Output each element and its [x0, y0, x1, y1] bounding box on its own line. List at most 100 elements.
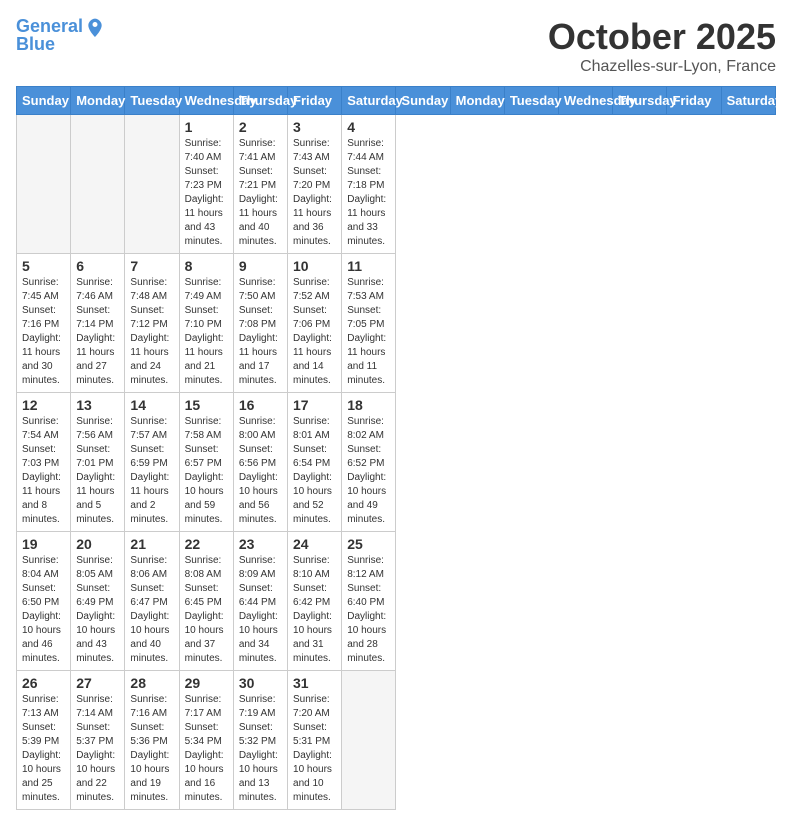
- day-number: 5: [22, 258, 65, 274]
- calendar-header-sunday: Sunday: [17, 87, 71, 115]
- day-info: Sunrise: 7:56 AM Sunset: 7:01 PM Dayligh…: [76, 415, 119, 527]
- day-number: 4: [347, 119, 390, 135]
- day-number: 7: [130, 258, 173, 274]
- day-info: Sunrise: 7:13 AM Sunset: 5:39 PM Dayligh…: [22, 693, 65, 805]
- day-number: 24: [293, 536, 336, 552]
- day-number: 12: [22, 397, 65, 413]
- day-number: 27: [76, 675, 119, 691]
- calendar-cell: 10Sunrise: 7:52 AM Sunset: 7:06 PM Dayli…: [288, 254, 342, 393]
- calendar-week-1: 1Sunrise: 7:40 AM Sunset: 7:23 PM Daylig…: [17, 115, 776, 254]
- day-info: Sunrise: 8:04 AM Sunset: 6:50 PM Dayligh…: [22, 554, 65, 666]
- day-number: 30: [239, 675, 282, 691]
- title-section: October 2025 Chazelles-sur-Lyon, France: [548, 16, 776, 76]
- calendar-cell: [71, 115, 125, 254]
- day-info: Sunrise: 8:08 AM Sunset: 6:45 PM Dayligh…: [185, 554, 228, 666]
- calendar-week-2: 5 Sunrise: 7:45 AM Sunset: 7:16 PM Daylig…: [17, 254, 776, 393]
- day-number: 9: [239, 258, 282, 274]
- logo: General Blue: [16, 16, 105, 55]
- logo-icon: [85, 17, 105, 37]
- calendar-cell: 11Sunrise: 7:53 AM Sunset: 7:05 PM Dayli…: [342, 254, 396, 393]
- calendar-header-saturday: Saturday: [721, 87, 775, 115]
- day-info: Sunrise: 7:41 AM Sunset: 7:21 PM Dayligh…: [239, 137, 282, 249]
- day-info: Sunrise: 7:20 AM Sunset: 5:31 PM Dayligh…: [293, 693, 336, 805]
- calendar-cell: 6 Sunrise: 7:46 AM Sunset: 7:14 PM Daylig…: [71, 254, 125, 393]
- calendar-header-monday: Monday: [450, 87, 504, 115]
- calendar-cell: 18 Sunrise: 8:02 AM Sunset: 6:52 PM Dayli…: [342, 393, 396, 532]
- calendar-cell: [342, 671, 396, 810]
- calendar-cell: 17 Sunrise: 8:01 AM Sunset: 6:54 PM Dayli…: [288, 393, 342, 532]
- day-info: Sunrise: 8:10 AM Sunset: 6:42 PM Dayligh…: [293, 554, 336, 666]
- calendar-cell: 22 Sunrise: 8:08 AM Sunset: 6:45 PM Dayli…: [179, 532, 233, 671]
- calendar-cell: [17, 115, 71, 254]
- day-number: 17: [293, 397, 336, 413]
- day-info: Sunrise: 8:06 AM Sunset: 6:47 PM Dayligh…: [130, 554, 173, 666]
- day-info: Sunrise: 7:19 AM Sunset: 5:32 PM Dayligh…: [239, 693, 282, 805]
- calendar-cell: 15 Sunrise: 7:58 AM Sunset: 6:57 PM Dayli…: [179, 393, 233, 532]
- calendar-cell: 26 Sunrise: 7:13 AM Sunset: 5:39 PM Dayli…: [17, 671, 71, 810]
- calendar-header-monday: Monday: [71, 87, 125, 115]
- day-info: Sunrise: 8:09 AM Sunset: 6:44 PM Dayligh…: [239, 554, 282, 666]
- calendar-table: SundayMondayTuesdayWednesdayThursdayFrid…: [16, 86, 776, 810]
- calendar-header-wednesday: Wednesday: [179, 87, 233, 115]
- day-info: Sunrise: 8:02 AM Sunset: 6:52 PM Dayligh…: [347, 415, 390, 527]
- calendar-cell: 21Sunrise: 8:06 AM Sunset: 6:47 PM Dayli…: [125, 532, 179, 671]
- day-info: Sunrise: 8:12 AM Sunset: 6:40 PM Dayligh…: [347, 554, 390, 666]
- calendar-week-5: 26 Sunrise: 7:13 AM Sunset: 5:39 PM Dayli…: [17, 671, 776, 810]
- month-title: October 2025: [548, 16, 776, 58]
- calendar-header-wednesday: Wednesday: [559, 87, 613, 115]
- calendar-cell: 13 Sunrise: 7:56 AM Sunset: 7:01 PM Dayli…: [71, 393, 125, 532]
- day-number: 11: [347, 258, 390, 274]
- calendar-cell: 12 Sunrise: 7:54 AM Sunset: 7:03 PM Dayli…: [17, 393, 71, 532]
- day-info: Sunrise: 8:05 AM Sunset: 6:49 PM Dayligh…: [76, 554, 119, 666]
- day-info: Sunrise: 7:50 AM Sunset: 7:08 PM Dayligh…: [239, 276, 282, 388]
- day-number: 8: [185, 258, 228, 274]
- day-info: Sunrise: 8:01 AM Sunset: 6:54 PM Dayligh…: [293, 415, 336, 527]
- calendar-cell: 4 Sunrise: 7:44 AM Sunset: 7:18 PM Daylig…: [342, 115, 396, 254]
- calendar-week-3: 12 Sunrise: 7:54 AM Sunset: 7:03 PM Dayli…: [17, 393, 776, 532]
- day-number: 15: [185, 397, 228, 413]
- calendar-cell: 2Sunrise: 7:41 AM Sunset: 7:21 PM Daylig…: [233, 115, 287, 254]
- day-info: Sunrise: 7:52 AM Sunset: 7:06 PM Dayligh…: [293, 276, 336, 388]
- day-info: Sunrise: 7:40 AM Sunset: 7:23 PM Dayligh…: [185, 137, 228, 249]
- calendar-cell: 30 Sunrise: 7:19 AM Sunset: 5:32 PM Dayli…: [233, 671, 287, 810]
- calendar-header-saturday: Saturday: [342, 87, 396, 115]
- calendar-cell: 19Sunrise: 8:04 AM Sunset: 6:50 PM Dayli…: [17, 532, 71, 671]
- day-info: Sunrise: 7:49 AM Sunset: 7:10 PM Dayligh…: [185, 276, 228, 388]
- day-info: Sunrise: 7:45 AM Sunset: 7:16 PM Dayligh…: [22, 276, 65, 388]
- calendar-header-friday: Friday: [667, 87, 721, 115]
- day-info: Sunrise: 7:48 AM Sunset: 7:12 PM Dayligh…: [130, 276, 173, 388]
- calendar-header-thursday: Thursday: [613, 87, 667, 115]
- page-header: General Blue October 2025 Chazelles-sur-…: [16, 16, 776, 76]
- day-number: 18: [347, 397, 390, 413]
- day-number: 22: [185, 536, 228, 552]
- calendar-cell: 28Sunrise: 7:16 AM Sunset: 5:36 PM Dayli…: [125, 671, 179, 810]
- calendar-cell: 16Sunrise: 8:00 AM Sunset: 6:56 PM Dayli…: [233, 393, 287, 532]
- day-info: Sunrise: 7:16 AM Sunset: 5:36 PM Dayligh…: [130, 693, 173, 805]
- calendar-cell: 1Sunrise: 7:40 AM Sunset: 7:23 PM Daylig…: [179, 115, 233, 254]
- calendar-header-friday: Friday: [288, 87, 342, 115]
- calendar-cell: 20 Sunrise: 8:05 AM Sunset: 6:49 PM Dayli…: [71, 532, 125, 671]
- day-number: 6: [76, 258, 119, 274]
- day-number: 20: [76, 536, 119, 552]
- calendar-cell: 31 Sunrise: 7:20 AM Sunset: 5:31 PM Dayli…: [288, 671, 342, 810]
- day-info: Sunrise: 7:44 AM Sunset: 7:18 PM Dayligh…: [347, 137, 390, 249]
- day-number: 23: [239, 536, 282, 552]
- day-info: Sunrise: 8:00 AM Sunset: 6:56 PM Dayligh…: [239, 415, 282, 527]
- day-number: 31: [293, 675, 336, 691]
- calendar-header-thursday: Thursday: [233, 87, 287, 115]
- day-number: 26: [22, 675, 65, 691]
- calendar-header-tuesday: Tuesday: [125, 87, 179, 115]
- location: Chazelles-sur-Lyon, France: [548, 58, 776, 76]
- calendar-cell: 5 Sunrise: 7:45 AM Sunset: 7:16 PM Daylig…: [17, 254, 71, 393]
- calendar-cell: 25Sunrise: 8:12 AM Sunset: 6:40 PM Dayli…: [342, 532, 396, 671]
- calendar-cell: [125, 115, 179, 254]
- day-info: Sunrise: 7:46 AM Sunset: 7:14 PM Dayligh…: [76, 276, 119, 388]
- calendar-cell: 24 Sunrise: 8:10 AM Sunset: 6:42 PM Dayli…: [288, 532, 342, 671]
- day-info: Sunrise: 7:54 AM Sunset: 7:03 PM Dayligh…: [22, 415, 65, 527]
- day-info: Sunrise: 7:58 AM Sunset: 6:57 PM Dayligh…: [185, 415, 228, 527]
- calendar-cell: 7 Sunrise: 7:48 AM Sunset: 7:12 PM Daylig…: [125, 254, 179, 393]
- calendar-week-4: 19Sunrise: 8:04 AM Sunset: 6:50 PM Dayli…: [17, 532, 776, 671]
- calendar-cell: 29Sunrise: 7:17 AM Sunset: 5:34 PM Dayli…: [179, 671, 233, 810]
- day-number: 3: [293, 119, 336, 135]
- day-number: 13: [76, 397, 119, 413]
